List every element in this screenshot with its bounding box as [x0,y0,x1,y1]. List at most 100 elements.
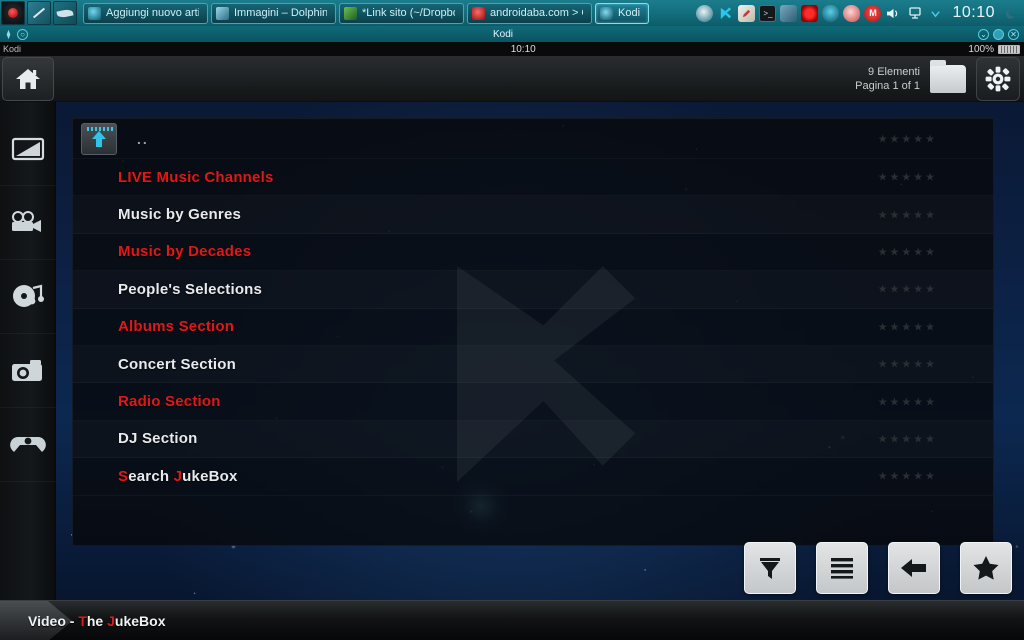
settings-button[interactable] [976,56,1020,101]
dolphin-file-manager-icon[interactable] [53,1,77,25]
gear-icon [985,66,1011,91]
list-item-label: LIVE Music Channels [118,168,274,186]
rating-stars: ★★★★★ [877,246,937,259]
action-button-bar [744,542,1012,594]
list-item[interactable]: LIVE Music Channels ★★★★★ [73,159,993,196]
music-disc-icon [12,284,44,307]
editor-icon [344,6,357,20]
list-item-label: Music by Genres [118,206,242,224]
rating-stars: ★★★★★ [877,209,937,222]
list-item-label: Concert Section [118,355,237,373]
statusbar-time: 10:10 [510,43,536,55]
list-item-label: DJ Section [118,430,198,448]
list-item-parent[interactable]: .. ★★★★★ [73,119,993,159]
sidebar-item-pictures[interactable] [0,334,56,408]
blob-tray-icon[interactable] [843,4,861,22]
statusbar-right: 100% [968,44,1024,55]
page-info-label: Pagina 1 of 1 [855,79,920,92]
secondary-statusbar: Kodi 10:10 100% [0,42,1024,56]
sidebar-item-tv[interactable] [0,112,56,186]
list-item[interactable]: Music by Decades ★★★★★ [73,234,993,271]
list-item-label: Albums Section [118,318,235,336]
rating-stars: ★★★★★ [877,283,937,296]
list-item[interactable]: Concert Section ★★★★★ [73,346,993,383]
network-tray-icon[interactable] [780,4,798,22]
display-tray-icon[interactable] [906,5,923,22]
up-arrow-icon [81,122,117,155]
terminal-tray-icon[interactable]: >_ [759,4,777,22]
movie-camera-icon [11,210,41,232]
back-button[interactable] [888,542,940,594]
star-icon [973,556,999,580]
window-titlebar-left: ○ [0,28,28,40]
text-run: ukeBox [114,612,166,629]
taskbar-item-label: Aggiungi nuovo artic... [106,7,199,19]
taskbar-item[interactable]: androidaba.com > G... [467,2,592,24]
window-shade-icon[interactable]: ○ [17,28,28,40]
kodi-tray-icon[interactable] [717,5,734,22]
taskbar-item-kodi[interactable]: Kodi [595,2,650,24]
dolphin-tray-icon[interactable] [696,4,714,22]
screen-root: Aggiungi nuovo artic... Immagini – Dolph… [0,0,1024,640]
kodi-icon [600,6,613,20]
taskbar-item-label: androidaba.com > G... [490,7,583,19]
sidebar-item-movies[interactable] [0,186,56,260]
taskbar-item[interactable]: *Link sito (~/Dropbox... [339,2,464,24]
list-item[interactable]: Music by Genres ★★★★★ [73,196,993,233]
window-minimize-button[interactable]: ⌄ [978,28,989,40]
header-item-info: 9 Elementi Pagina 1 of 1 [855,65,920,93]
list-item-parent-label: .. [137,130,149,147]
text-run: S [118,467,129,485]
system-tray: >_ M 10:10 [696,4,1024,22]
list-icon [831,558,853,579]
shield-tray-icon[interactable] [822,4,840,22]
filter-button[interactable] [744,542,796,594]
desktop-taskbar: Aggiungi nuovo artic... Immagini – Dolph… [0,0,1024,26]
rating-stars: ★★★★★ [877,133,937,145]
sidebar-item-music[interactable] [0,260,56,334]
window-close-button[interactable]: ✕ [1008,28,1019,40]
app-launcher-menu[interactable] [1,1,25,25]
statusbar-app-name: Kodi [3,44,22,54]
list-item[interactable]: DJ Section ★★★★★ [73,421,993,458]
window-maximize-button[interactable] [993,28,1004,40]
list-item-label: Search JukeBox [83,468,238,485]
launcher-group [0,1,77,25]
battery-percent: 100% [968,43,994,55]
taskbar-clock[interactable]: 10:10 [948,4,999,22]
rating-stars: ★★★★★ [877,396,937,409]
rating-stars: ★★★★★ [877,470,937,483]
list-item[interactable]: Radio Section ★★★★★ [73,383,993,420]
list-view-button[interactable] [816,542,868,594]
home-icon [16,68,40,89]
home-button[interactable] [2,56,54,101]
browser-red-icon [472,6,485,20]
folder-image-icon [216,6,229,20]
night-mode-icon[interactable] [1003,5,1020,22]
recorder-tray-icon[interactable] [801,4,819,22]
chevron-down-icon[interactable] [927,5,944,22]
list-item-label: Music by Decades [118,243,252,261]
kodi-bottom-bar: Video - The JukeBox [0,600,1024,640]
kodi-sidebar [0,102,56,640]
window-titlebar: ○ Kodi ⌄ ✕ [0,26,1024,42]
window-menu-icon[interactable] [3,29,14,40]
volume-tray-icon[interactable] [885,5,902,22]
list-item[interactable]: Albums Section ★★★★★ [73,309,993,346]
text-run: J [107,612,115,629]
list-item[interactable]: People's Selections ★★★★★ [73,271,993,308]
messenger-tray-icon[interactable]: M [864,4,882,22]
text-run: T [78,612,87,629]
battery-icon [998,44,1020,54]
favourites-button[interactable] [960,542,1012,594]
taskbar-item[interactable]: Aggiungi nuovo artic... [83,2,208,24]
list-item[interactable]: Search JukeBox ★★★★★ [73,458,993,495]
taskbar-item-label: *Link sito (~/Dropbox... [362,7,455,19]
sidebar-item-games[interactable] [0,408,56,482]
list-item-label: People's Selections [118,280,263,298]
notes-tray-icon[interactable] [738,4,756,22]
folder-view-icon[interactable] [930,59,966,93]
screenshot-tool-icon[interactable] [27,1,51,25]
list-item-label: Radio Section [118,393,221,411]
taskbar-item[interactable]: Immagini – Dolphin [211,2,336,24]
